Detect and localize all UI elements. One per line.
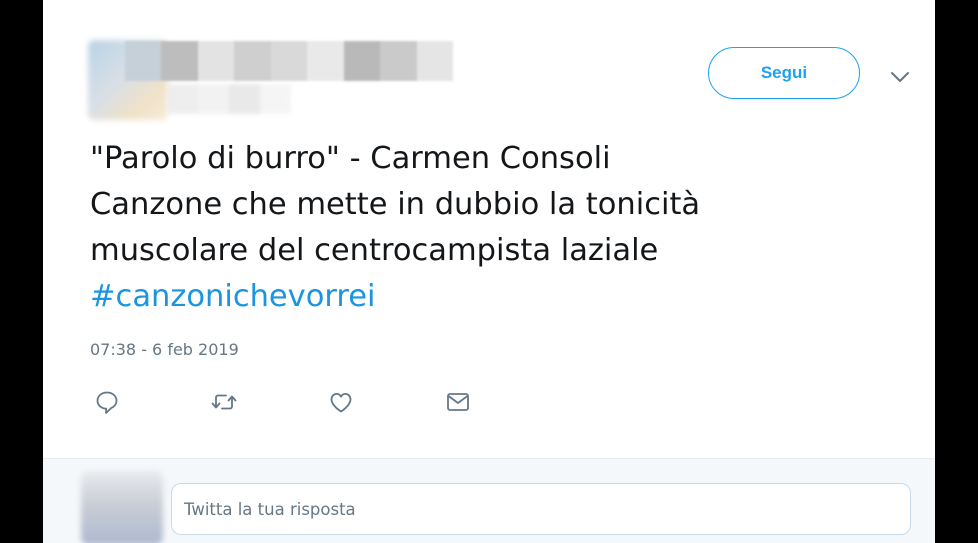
author-name-redacted[interactable]: [125, 41, 453, 81]
heart-icon[interactable]: [327, 388, 355, 416]
reply-icon[interactable]: [93, 388, 121, 416]
tweet-card: Segui "Parolo di burro" - Carmen Consoli…: [43, 0, 935, 543]
reply-section: Twitta la tua risposta: [43, 458, 935, 543]
tweet-text: "Parolo di burro" - Carmen Consoli Canzo…: [90, 136, 890, 320]
chevron-down-icon[interactable]: [889, 66, 911, 88]
retweet-icon[interactable]: [210, 388, 238, 416]
tweet-line: muscolare del centrocampista laziale: [90, 233, 659, 268]
tweet-actions: [93, 388, 533, 416]
tweet-line: Canzone che mette in dubbio la tonicità: [90, 187, 701, 222]
author-handle-redacted[interactable]: [167, 84, 291, 114]
tweet-line: "Parolo di burro" - Carmen Consoli: [90, 141, 611, 176]
tweet-timestamp[interactable]: 07:38 - 6 feb 2019: [90, 340, 239, 359]
user-avatar: [81, 471, 163, 543]
reply-placeholder: Twitta la tua risposta: [184, 499, 356, 519]
reply-input[interactable]: Twitta la tua risposta: [171, 483, 911, 535]
hashtag-link[interactable]: #canzonichevorrei: [90, 274, 890, 320]
envelope-icon[interactable]: [444, 388, 472, 416]
follow-button[interactable]: Segui: [708, 47, 860, 99]
